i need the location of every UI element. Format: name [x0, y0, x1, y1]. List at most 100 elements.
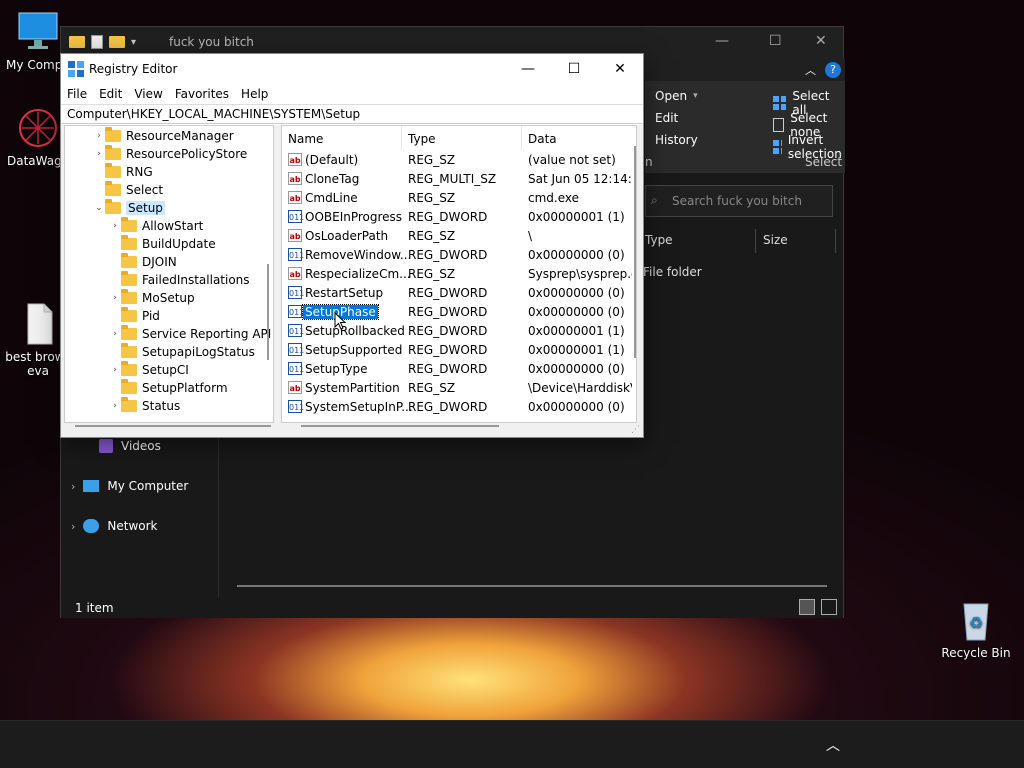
monitor-icon [16, 10, 60, 54]
column-header-size[interactable]: Size [763, 233, 788, 247]
tree-vertical-scrollbar[interactable] [267, 264, 269, 360]
tree-item[interactable]: › ResourcePolicyStore [93, 145, 247, 163]
column-header-name[interactable]: Name [282, 126, 402, 150]
chevron-up-icon[interactable]: ︿ [826, 735, 840, 755]
collapse-icon[interactable]: ⌄ [93, 203, 105, 213]
expand-icon[interactable]: › [93, 149, 105, 159]
history-button[interactable]: History [655, 133, 698, 147]
help-icon[interactable]: ? [825, 62, 841, 78]
value-row[interactable]: 011 SetupType REG_DWORD 0x00000000 (0) [282, 360, 636, 379]
folder-icon [121, 325, 137, 340]
folder-icon [121, 271, 137, 286]
pane-splitter[interactable] [276, 125, 280, 437]
expand-icon[interactable]: › [109, 401, 121, 411]
file-icon [16, 302, 60, 346]
list-horizontal-scrollbar[interactable] [301, 425, 499, 427]
chevron-right-icon[interactable]: › [71, 480, 75, 493]
open-group-label: n [645, 155, 653, 169]
expand-icon[interactable]: › [93, 131, 105, 141]
nav-item-network[interactable]: › Network [71, 519, 158, 533]
tree-item[interactable]: FailedInstallations [109, 271, 250, 289]
desktop-icon-recycle-bin[interactable]: ♻ Recycle Bin [936, 598, 1016, 660]
value-row[interactable]: ab (Default) REG_SZ (value not set) [282, 151, 636, 170]
value-row[interactable]: abCloneTagREG_MULTI_SZSat Jun 05 12:14:2… [282, 170, 636, 189]
new-folder-icon[interactable] [109, 36, 125, 48]
select-none-icon [773, 118, 785, 132]
string-value-icon: ab [288, 172, 302, 185]
address-bar[interactable]: Computer\HKEY_LOCAL_MACHINE\SYSTEM\Setup [61, 104, 643, 124]
horizontal-scrollbar[interactable] [237, 585, 827, 587]
value-row[interactable]: 011 SystemSetupInP... REG_DWORD 0x00000000 … [282, 398, 636, 417]
nav-item-videos[interactable]: Videos [99, 439, 161, 453]
column-header-data[interactable]: Data [522, 126, 636, 150]
nav-item-my-computer[interactable]: › My Computer [71, 479, 188, 493]
mouse-cursor-icon [334, 312, 346, 330]
value-row[interactable]: 011 RestartSetup REG_DWORD 0x00000000 (0) [282, 284, 636, 303]
expand-icon[interactable]: › [109, 221, 121, 231]
value-row[interactable]: ab SystemPartition REG_SZ \Device\HarddiskV [282, 379, 636, 398]
folder-icon [121, 289, 137, 304]
registry-editor-window[interactable]: Registry Editor — ☐ ✕ File Edit View Fav… [60, 53, 644, 438]
tree-horizontal-scrollbar[interactable] [75, 425, 271, 427]
dword-value-icon: 011 [288, 210, 304, 223]
chevron-down-icon[interactable]: ▾ [131, 37, 136, 48]
value-row[interactable]: 011 SetupSupported REG_DWORD 0x00000001 (1) [282, 341, 636, 360]
value-row[interactable]: 011 RemoveWindow... REG_DWORD 0x00000000 (0… [282, 246, 636, 265]
expand-icon[interactable]: › [109, 329, 121, 339]
folder-icon[interactable] [69, 36, 85, 48]
folder-icon [121, 235, 137, 250]
regedit-title-bar[interactable]: Registry Editor — ☐ ✕ [61, 54, 643, 84]
menu-view[interactable]: View [128, 84, 168, 104]
column-divider [755, 229, 756, 253]
maximize-button[interactable]: ☐ [551, 58, 597, 80]
large-icons-view-icon[interactable] [821, 599, 837, 615]
svg-text:♻: ♻ [969, 613, 983, 632]
tree-item[interactable]: BuildUpdate [109, 235, 216, 253]
folder-icon [105, 145, 121, 160]
edit-button[interactable]: Edit [655, 111, 678, 125]
resize-grip-icon[interactable]: ⋰ [631, 425, 640, 435]
column-header-type[interactable]: Type [645, 233, 673, 247]
menu-file[interactable]: File [61, 84, 93, 104]
tree-item[interactable]: DJOIN [109, 253, 177, 271]
expand-icon[interactable]: › [109, 293, 121, 303]
tree-item[interactable]: › MoSetup [109, 289, 195, 307]
value-row[interactable]: ab RespecializeCm... REG_SZ Sysprep\sysprep… [282, 265, 636, 284]
tree-item[interactable]: › ResourceManager [93, 127, 234, 145]
item-count: 1 item [75, 601, 114, 615]
menu-favorites[interactable]: Favorites [169, 84, 235, 104]
chevron-right-icon[interactable]: › [71, 520, 75, 533]
tree-item-selected[interactable]: ⌄ Setup [93, 199, 165, 217]
open-button[interactable]: Open ▾ [655, 89, 698, 103]
tree-item[interactable]: Pid [109, 307, 160, 325]
tree-item[interactable]: SetupapiLogStatus [109, 343, 255, 361]
tree-item[interactable]: RNG [93, 163, 153, 181]
datawago-icon [16, 106, 60, 150]
value-row[interactable]: 011 OOBEInProgress REG_DWORD 0x00000001 (1) [282, 208, 636, 227]
menu-edit[interactable]: Edit [93, 84, 128, 104]
tree-item[interactable]: › Status [109, 397, 180, 415]
list-vertical-scrollbar[interactable] [634, 146, 636, 358]
expand-icon[interactable]: › [109, 365, 121, 375]
tree-item[interactable]: SetupPlatform [109, 379, 228, 397]
column-header-type[interactable]: Type [402, 126, 522, 150]
details-view-icon[interactable] [799, 599, 815, 615]
value-row[interactable]: ab CmdLine REG_SZ cmd.exe [282, 189, 636, 208]
collapse-ribbon-icon[interactable]: ︿ [805, 62, 816, 78]
tree-item[interactable]: › AllowStart [109, 217, 203, 235]
maximize-button[interactable]: ☐ [769, 33, 782, 49]
menu-help[interactable]: Help [235, 84, 274, 104]
string-value-icon: ab [288, 381, 302, 394]
tree-item[interactable]: › Service Reporting API [109, 325, 271, 343]
close-button[interactable]: ✕ [597, 58, 643, 80]
properties-icon[interactable] [91, 35, 103, 49]
value-row[interactable]: ab OsLoaderPath REG_SZ \ [282, 227, 636, 246]
folder-icon [121, 217, 137, 232]
search-input[interactable]: Search fuck you bitch [645, 185, 833, 217]
minimize-button[interactable]: — [715, 33, 729, 49]
close-button[interactable]: ✕ [815, 33, 827, 49]
navigation-pane: Videos › My Computer › Network [61, 437, 219, 597]
minimize-button[interactable]: — [505, 58, 551, 80]
tree-item[interactable]: › SetupCI [109, 361, 189, 379]
tree-item[interactable]: Select [93, 181, 163, 199]
